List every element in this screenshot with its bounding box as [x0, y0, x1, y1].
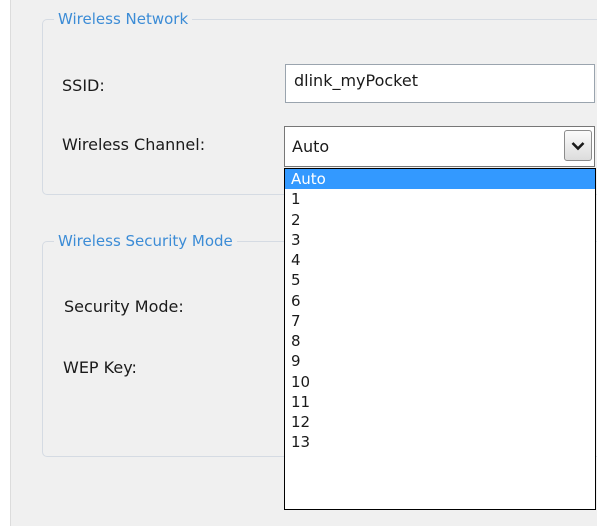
wireless-channel-value: Auto: [292, 137, 330, 156]
settings-panel: Wireless Network SSID: Wireless Channel:…: [10, 0, 597, 526]
wireless-channel-label: Wireless Channel:: [62, 135, 206, 154]
ssid-label: SSID:: [62, 76, 105, 95]
wireless-channel-dropdown-list[interactable]: Auto 1 2 3 4 5 6 7 8 9 10 11 12 13: [284, 168, 596, 510]
security-mode-label: Security Mode:: [64, 297, 184, 316]
channel-option[interactable]: 4: [285, 250, 595, 270]
channel-option[interactable]: 1: [285, 189, 595, 209]
channel-option[interactable]: Auto: [285, 169, 595, 190]
channel-option[interactable]: 5: [285, 270, 595, 290]
channel-option[interactable]: 10: [285, 372, 595, 392]
wep-key-label: WEP Key:: [63, 358, 137, 377]
channel-option[interactable]: 8: [285, 331, 595, 351]
channel-option[interactable]: 3: [285, 230, 595, 250]
chevron-down-icon[interactable]: [564, 130, 592, 161]
channel-option[interactable]: 9: [285, 351, 595, 371]
channel-option[interactable]: 7: [285, 311, 595, 331]
channel-option[interactable]: 13: [285, 432, 595, 452]
channel-option[interactable]: 6: [285, 291, 595, 311]
channel-option[interactable]: 11: [285, 392, 595, 412]
wireless-network-legend: Wireless Network: [54, 10, 193, 28]
channel-option[interactable]: 12: [285, 412, 595, 432]
wireless-channel-select[interactable]: Auto: [284, 126, 595, 167]
channel-option[interactable]: 2: [285, 210, 595, 230]
wireless-security-legend: Wireless Security Mode: [54, 232, 237, 250]
ssid-input[interactable]: [285, 64, 595, 103]
